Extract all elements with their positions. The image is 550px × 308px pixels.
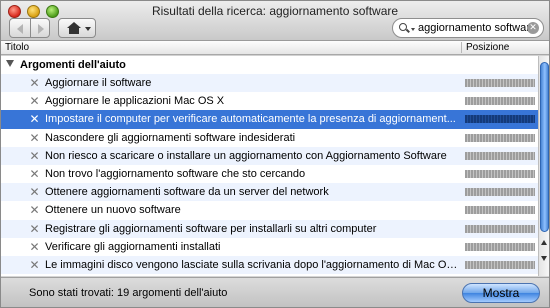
results-list: Argomenti dell'aiuto ✕ Aggiornare il soft… [1,56,538,276]
relevance-bar [465,242,535,251]
home-icon-body [69,28,79,34]
help-topic-icon: ✕ [29,221,40,236]
back-arrow-icon [17,24,23,34]
relevance-bar [465,115,535,124]
vertical-scrollbar[interactable] [538,56,549,276]
result-title: Non riesco a scaricare o installare un a… [45,149,447,162]
disclosure-triangle-icon[interactable] [6,60,14,67]
help-topic-icon: ✕ [29,239,40,254]
help-topic-icon: ✕ [29,203,40,218]
result-title: Impostare il computer per verificare aut… [45,113,456,126]
search-icon-handle [406,28,410,33]
relevance-bar [465,206,535,215]
back-button[interactable] [9,18,31,38]
search-input[interactable]: aggiornamento software [418,22,530,34]
result-row[interactable]: ✕ Ottenere aggiornamenti software da un s… [1,183,538,202]
group-header[interactable]: Argomenti dell'aiuto [1,56,538,74]
relevance-bar [465,79,535,87]
result-row[interactable]: ✕ Le immagini disco vengono lasciate sull… [1,255,538,275]
relevance-bar [465,151,535,160]
help-topic-icon: ✕ [29,94,40,109]
bottom-bar: Sono stati trovati: 19 argomenti dell'ai… [1,277,549,307]
chevron-down-icon [85,27,91,31]
status-text: Sono stati trovati: 19 argomenti dell'ai… [29,287,228,299]
home-menu-button[interactable] [58,18,96,38]
show-button[interactable]: Mostra [462,283,540,303]
result-row[interactable]: ✕ Aggiornare le applicazioni Mac OS X [1,92,538,110]
result-title: Non trovo l'aggiornamento software che s… [45,167,306,180]
clear-icon[interactable]: ✕ [527,22,539,34]
relevance-bar [465,224,535,233]
relevance-bar [465,188,535,197]
result-row[interactable]: ✕ Impostare il computer per verificare au… [1,110,538,129]
column-header-position[interactable]: Posizione [461,42,536,53]
search-field[interactable]: aggiornamento software ✕ [392,18,544,38]
result-row[interactable]: ✕ Non riesco a scaricare o installare un … [1,146,538,165]
relevance-bar [465,97,535,106]
result-row[interactable]: ✕ Nascondere gli aggiornamenti software i… [1,129,538,147]
help-topic-icon: ✕ [29,257,40,272]
forward-arrow-icon [38,24,44,34]
result-title: Ottenere un nuovo software [45,204,181,217]
help-viewer-window: Risultati della ricerca: aggiornamento s… [0,0,550,308]
help-topic-icon: ✕ [29,112,40,127]
help-topic-icon: ✕ [29,130,40,145]
scrollbar-thumb[interactable] [540,62,549,232]
result-title: Le immagini disco vengono lasciate sulla… [45,258,459,271]
result-title: Registrare gli aggiornamenti software pe… [45,222,377,235]
result-row[interactable]: ✕ Aggiornare il software [1,74,538,93]
result-title: Aggiornare il software [45,77,152,89]
relevance-bar [465,260,535,269]
window-title: Risultati della ricerca: aggiornamento s… [151,4,399,18]
scroll-down-arrow-icon[interactable] [541,256,547,261]
result-title: Aggiornare le applicazioni Mac OS X [45,95,225,108]
group-label: Argomenti dell'aiuto [20,59,126,71]
result-row[interactable]: ✕ Non trovo l'aggiornamento software che … [1,165,538,183]
result-title: Nascondere gli aggiornamenti software in… [45,131,296,144]
relevance-bar [465,133,535,142]
forward-button[interactable] [30,18,50,38]
help-topic-icon: ✕ [29,148,40,163]
title-bar: Risultati della ricerca: aggiornamento s… [1,1,549,41]
help-topic-icon: ✕ [29,166,40,181]
result-row[interactable]: ✕ Verificare gli aggiornamenti installati [1,238,538,256]
result-row[interactable]: ✕ Registrare gli aggiornamenti software p… [1,219,538,238]
help-topic-icon: ✕ [29,185,40,200]
column-header-bar: Titolo Posizione [1,41,549,55]
scroll-up-arrow-icon[interactable] [541,240,547,245]
column-header-title[interactable]: Titolo [5,42,29,53]
result-title: Verificare gli aggiornamenti installati [45,240,221,253]
result-row[interactable]: ✕ Ottenere un nuovo software [1,201,538,219]
relevance-bar [465,169,535,178]
result-title: Ottenere aggiornamenti software da un se… [45,186,329,199]
help-topic-icon: ✕ [29,76,40,90]
search-options-chevron-icon[interactable] [411,28,415,31]
